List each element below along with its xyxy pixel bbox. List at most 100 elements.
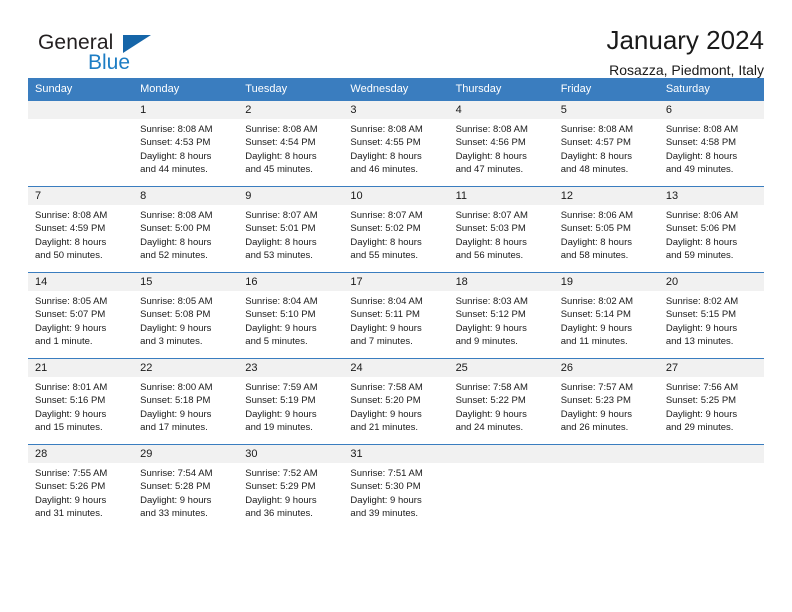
day-details: Sunrise: 7:58 AM Sunset: 5:22 PM Daylight:…	[449, 377, 554, 444]
day-number: 2	[238, 101, 344, 119]
calendar-day-cell[interactable]: 31 Sunrise: 7:51 AM Sunset: 5:30 PM Dayligh…	[343, 443, 449, 530]
sunrise-text: Sunrise: 8:05 AM	[140, 295, 213, 307]
sunrise-text: Sunrise: 8:08 AM	[455, 124, 528, 135]
day-details: Sunrise: 7:54 AM Sunset: 5:28 PM Daylight:…	[133, 463, 238, 530]
calendar-day-cell[interactable]: 28 Sunrise: 7:55 AM Sunset: 5:26 PM Dayligh…	[28, 443, 134, 530]
calendar-page: General Blue January 2024 Rosazza, Piedm…	[0, 0, 792, 612]
calendar-day-cell[interactable]: 2 Sunrise: 8:08 AM Sunset: 4:54 PM Daylight…	[238, 100, 344, 187]
calendar-day-cell[interactable]: 1 Sunrise: 8:08 AM Sunset: 4:53 PM Daylight…	[133, 100, 239, 187]
sunset-text: Sunset: 5:28 PM	[140, 481, 211, 493]
day-number	[658, 444, 764, 463]
sunset-text: Sunset: 5:30 PM	[350, 481, 421, 493]
sunset-text: Sunset: 5:26 PM	[35, 481, 106, 493]
day-number: 20	[658, 272, 764, 291]
sunrise-text: Sunrise: 8:08 AM	[35, 209, 108, 221]
daylight-text: and 17 minutes.	[140, 422, 208, 434]
calendar-day-cell[interactable]: 27 Sunrise: 7:56 AM Sunset: 5:25 PM Dayligh…	[658, 357, 764, 445]
calendar-day-cell[interactable]: 30 Sunrise: 7:52 AM Sunset: 5:29 PM Dayligh…	[238, 443, 344, 530]
sunrise-text: Sunrise: 8:08 AM	[560, 124, 634, 135]
calendar-day-cell[interactable]: 3 Sunrise: 8:08 AM Sunset: 4:55 PM Daylight…	[343, 100, 449, 187]
calendar-week-row: 21 Sunrise: 8:01 AM Sunset: 5:16 PM Dayligh…	[28, 357, 764, 445]
daylight-text: and 56 minutes.	[455, 250, 524, 262]
day-details: Sunrise: 7:56 AM Sunset: 5:25 PM Daylight:…	[659, 377, 764, 444]
sunset-text: Sunset: 5:03 PM	[455, 223, 526, 235]
daylight-text: and 19 minutes.	[245, 422, 313, 434]
sunrise-text: Sunrise: 8:04 AM	[245, 295, 318, 307]
daylight-text: and 55 minutes.	[350, 250, 419, 262]
daylight-text: and 50 minutes.	[35, 250, 103, 262]
sunset-text: Sunset: 4:55 PM	[350, 137, 421, 149]
sunset-text: Sunset: 5:14 PM	[560, 309, 631, 321]
sunset-text: Sunset: 5:10 PM	[245, 309, 316, 321]
sunrise-text: Sunrise: 8:08 AM	[350, 124, 423, 135]
sunset-text: Sunset: 5:05 PM	[560, 223, 631, 235]
day-details: Sunrise: 8:08 AM Sunset: 4:54 PM Daylight:…	[238, 119, 343, 186]
day-details: Sunrise: 8:08 AM Sunset: 4:53 PM Daylight:…	[133, 119, 238, 186]
daylight-text: and 48 minutes.	[560, 164, 629, 176]
calendar-day-cell[interactable]: 4 Sunrise: 8:08 AM Sunset: 4:56 PM Daylight…	[448, 100, 554, 187]
daylight-text: Daylight: 8 hours	[350, 236, 422, 248]
calendar-day-cell[interactable]: 6 Sunrise: 8:08 AM Sunset: 4:58 PM Daylight…	[658, 100, 764, 187]
weekday-header-saturday: Saturday	[658, 78, 764, 101]
sunrise-text: Sunrise: 8:02 AM	[560, 295, 634, 307]
daylight-text: Daylight: 9 hours	[665, 322, 738, 334]
weekday-header-wednesday: Wednesday	[343, 78, 449, 101]
calendar-day-cell[interactable]: 23 Sunrise: 7:59 AM Sunset: 5:19 PM Dayligh…	[238, 357, 344, 445]
calendar-day-cell[interactable]: 12 Sunrise: 8:06 AM Sunset: 5:05 PM Dayligh…	[553, 185, 659, 273]
page-subtitle: Rosazza, Piedmont, Italy	[609, 61, 764, 78]
calendar-day-cell[interactable]: 11 Sunrise: 8:07 AM Sunset: 5:03 PM Dayligh…	[448, 185, 554, 273]
calendar-day-cell[interactable]: 29 Sunrise: 7:54 AM Sunset: 5:28 PM Dayligh…	[133, 443, 239, 530]
day-details	[28, 119, 133, 171]
day-details: Sunrise: 8:08 AM Sunset: 5:00 PM Daylight:…	[133, 205, 238, 272]
daylight-text: and 13 minutes.	[665, 336, 734, 348]
daylight-text: Daylight: 8 hours	[350, 150, 422, 162]
day-number: 8	[133, 186, 239, 205]
daylight-text: Daylight: 9 hours	[350, 408, 422, 420]
sunrise-text: Sunrise: 7:52 AM	[245, 467, 318, 479]
calendar-day-cell[interactable]: 21 Sunrise: 8:01 AM Sunset: 5:16 PM Dayligh…	[28, 357, 134, 445]
day-number: 9	[238, 186, 344, 205]
sunrise-text: Sunrise: 7:55 AM	[35, 467, 108, 479]
daylight-text: and 36 minutes.	[245, 508, 313, 520]
calendar-day-cell[interactable]: 16 Sunrise: 8:04 AM Sunset: 5:10 PM Dayligh…	[238, 271, 344, 359]
daylight-text: and 46 minutes.	[350, 164, 419, 176]
calendar-day-cell[interactable]: 25 Sunrise: 7:58 AM Sunset: 5:22 PM Dayligh…	[448, 357, 554, 445]
day-number: 4	[448, 101, 554, 119]
calendar-day-cell[interactable]: 20 Sunrise: 8:02 AM Sunset: 5:15 PM Dayligh…	[658, 271, 764, 359]
calendar-day-cell[interactable]: 10 Sunrise: 8:07 AM Sunset: 5:02 PM Dayligh…	[343, 185, 449, 273]
calendar-day-cell[interactable]: 5 Sunrise: 8:08 AM Sunset: 4:57 PM Daylight…	[553, 100, 659, 187]
calendar-day-cell[interactable]: 22 Sunrise: 8:00 AM Sunset: 5:18 PM Dayligh…	[133, 357, 239, 445]
calendar-day-cell[interactable]: 15 Sunrise: 8:05 AM Sunset: 5:08 PM Dayligh…	[133, 271, 239, 359]
calendar-day-cell[interactable]: 18 Sunrise: 8:03 AM Sunset: 5:12 PM Dayligh…	[448, 271, 554, 359]
calendar-day-cell[interactable]: 7 Sunrise: 8:08 AM Sunset: 4:59 PM Daylight…	[28, 185, 134, 273]
calendar-day-cell[interactable]: 14 Sunrise: 8:05 AM Sunset: 5:07 PM Dayligh…	[28, 271, 134, 359]
day-details: Sunrise: 8:04 AM Sunset: 5:10 PM Daylight:…	[238, 291, 343, 358]
daylight-text: and 29 minutes.	[665, 422, 734, 434]
calendar-day-cell[interactable]: 26 Sunrise: 7:57 AM Sunset: 5:23 PM Dayligh…	[553, 357, 659, 445]
daylight-text: and 47 minutes.	[455, 164, 524, 176]
daylight-text: and 24 minutes.	[455, 422, 524, 434]
day-details: Sunrise: 8:07 AM Sunset: 5:03 PM Daylight:…	[449, 205, 554, 272]
calendar-day-cell[interactable]: 13 Sunrise: 8:06 AM Sunset: 5:06 PM Dayligh…	[658, 185, 764, 273]
day-details: Sunrise: 8:01 AM Sunset: 5:16 PM Daylight:…	[28, 377, 133, 444]
daylight-text: Daylight: 8 hours	[665, 150, 738, 162]
calendar-day-cell[interactable]: 17 Sunrise: 8:04 AM Sunset: 5:11 PM Dayligh…	[343, 271, 449, 359]
daylight-text: Daylight: 9 hours	[665, 408, 738, 420]
sunset-text: Sunset: 5:01 PM	[245, 223, 316, 235]
daylight-text: and 26 minutes.	[560, 422, 629, 434]
sunset-text: Sunset: 5:11 PM	[350, 309, 420, 321]
calendar-day-cell[interactable]: 24 Sunrise: 7:58 AM Sunset: 5:20 PM Dayligh…	[343, 357, 449, 445]
day-details: Sunrise: 8:03 AM Sunset: 5:12 PM Daylight:…	[449, 291, 554, 358]
daylight-text: Daylight: 9 hours	[245, 408, 317, 420]
sunset-text: Sunset: 5:07 PM	[35, 309, 106, 321]
calendar-day-cell[interactable]: 9 Sunrise: 8:07 AM Sunset: 5:01 PM Daylight…	[238, 185, 344, 273]
daylight-text: and 44 minutes.	[140, 164, 208, 176]
day-details	[554, 463, 659, 515]
day-details: Sunrise: 7:52 AM Sunset: 5:29 PM Daylight:…	[238, 463, 343, 530]
day-details: Sunrise: 7:58 AM Sunset: 5:20 PM Daylight:…	[343, 377, 448, 444]
daylight-text: Daylight: 8 hours	[665, 236, 738, 248]
calendar-day-cell[interactable]: 8 Sunrise: 8:08 AM Sunset: 5:00 PM Daylight…	[133, 185, 239, 273]
calendar-day-cell[interactable]: 19 Sunrise: 8:02 AM Sunset: 5:14 PM Dayligh…	[553, 271, 659, 359]
day-details: Sunrise: 7:55 AM Sunset: 5:26 PM Daylight:…	[28, 463, 133, 530]
sunrise-text: Sunrise: 7:56 AM	[665, 381, 739, 393]
